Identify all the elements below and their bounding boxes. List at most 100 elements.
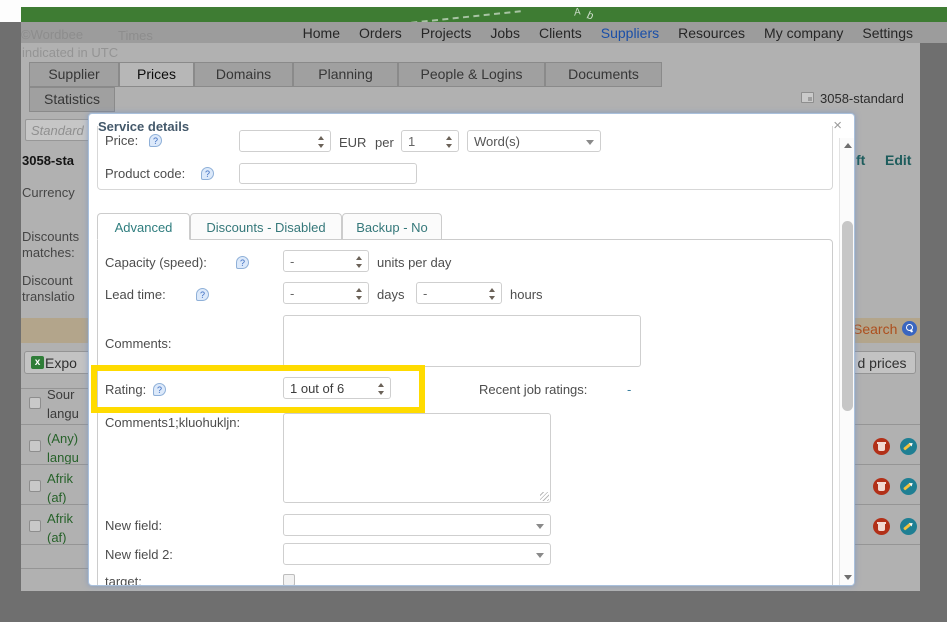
edit-link[interactable]: Edit — [885, 152, 911, 168]
help-icon[interactable]: ? — [201, 167, 214, 180]
recent-job-ratings-value: - — [627, 382, 631, 397]
resize-grip-icon[interactable] — [540, 492, 549, 501]
tab-prices[interactable]: Prices — [119, 62, 194, 87]
search-icon[interactable] — [902, 321, 917, 336]
column-header-source-language: Sourlangu — [47, 385, 79, 423]
delete-icon[interactable] — [873, 518, 890, 535]
edit-pencil-icon[interactable] — [900, 438, 917, 455]
table-row-afrikaans-1: Afrik(af) — [47, 469, 73, 507]
tab-statistics[interactable]: Statistics — [29, 87, 115, 112]
table-divider — [855, 464, 920, 465]
tab-domains[interactable]: Domains — [194, 62, 293, 87]
comments1-label: Comments1;kluohukljn: — [105, 415, 240, 430]
product-code-input[interactable] — [239, 163, 417, 184]
discounts-label-line1: Discounts — [22, 229, 79, 244]
edit-pencil-icon[interactable] — [900, 518, 917, 535]
search-link[interactable]: Search — [853, 321, 897, 337]
price-label: Price: — [105, 133, 138, 148]
spinner-arrows-icon[interactable] — [489, 287, 496, 301]
utc-note: indicated in UTC — [22, 45, 118, 60]
banner-letter-decoration: b — [586, 9, 595, 22]
dialog-scrollbar — [839, 138, 854, 585]
lead-time-hours-input[interactable]: - — [416, 282, 502, 304]
row-checkbox[interactable] — [29, 480, 41, 492]
dialog-tab-discounts[interactable]: Discounts - Disabled — [190, 213, 342, 240]
chevron-down-icon — [586, 140, 594, 145]
nav-item-clients[interactable]: Clients — [539, 25, 582, 41]
tab-documents[interactable]: Documents — [545, 62, 662, 87]
nav-item-jobs[interactable]: Jobs — [490, 25, 520, 41]
price-input[interactable] — [239, 130, 331, 152]
dialog-tab-advanced[interactable]: Advanced — [97, 213, 190, 240]
capacity-input[interactable]: - — [283, 250, 369, 272]
new-field-2-label: New field 2: — [105, 547, 173, 562]
scroll-down-icon[interactable] — [840, 570, 855, 585]
comments-label: Comments: — [105, 336, 171, 351]
table-divider — [855, 504, 920, 505]
price-list-heading: 3058-sta — [22, 153, 74, 168]
row-checkbox[interactable] — [29, 440, 41, 452]
top-strip — [0, 0, 947, 7]
banner-letter-decoration: A — [573, 7, 582, 19]
row-actions — [873, 478, 913, 495]
times-label: Times — [118, 28, 153, 43]
nav-item-my-company[interactable]: My company — [764, 25, 843, 41]
new-field-select[interactable] — [283, 514, 551, 536]
draft-label-fragment: ft — [856, 152, 865, 168]
scrollbar-thumb[interactable] — [842, 221, 853, 411]
select-all-checkbox[interactable] — [29, 397, 41, 409]
unit-select[interactable]: Word(s) — [467, 130, 601, 152]
nav-item-home[interactable]: Home — [303, 25, 340, 41]
nav-item-suppliers[interactable]: Suppliers — [601, 25, 659, 41]
standard-filter-input[interactable]: Standard — [25, 119, 95, 141]
spinner-arrows-icon[interactable] — [356, 287, 363, 301]
lead-time-days-input[interactable]: - — [283, 282, 369, 304]
help-icon[interactable]: ? — [196, 288, 209, 301]
edit-pencil-icon[interactable] — [900, 478, 917, 495]
help-icon[interactable]: ? — [149, 134, 162, 147]
rating-input[interactable]: 1 out of 6 — [283, 377, 391, 399]
row-checkbox[interactable] — [29, 520, 41, 532]
scroll-up-icon[interactable] — [840, 138, 855, 153]
new-field-2-select[interactable] — [283, 543, 551, 565]
dialog-tab-backup[interactable]: Backup - No — [342, 213, 442, 240]
delete-icon[interactable] — [873, 478, 890, 495]
page: A b ©Wordbee Times Home Orders Projects … — [0, 0, 947, 622]
spinner-arrows-icon[interactable] — [356, 255, 363, 269]
target-checkbox[interactable] — [283, 574, 295, 586]
product-code-label: Product code: — [105, 166, 185, 181]
currency-label: Currency — [22, 185, 75, 200]
top-corner — [0, 0, 21, 22]
nav-item-resources[interactable]: Resources — [678, 25, 745, 41]
spinner-arrows-icon[interactable] — [378, 382, 385, 396]
spinner-arrows-icon[interactable] — [318, 135, 325, 149]
export-button[interactable]: xExpo — [24, 351, 96, 374]
tab-planning[interactable]: Planning — [293, 62, 398, 87]
nav-item-settings[interactable]: Settings — [862, 25, 913, 41]
help-icon[interactable]: ? — [236, 256, 249, 269]
per-quantity-input[interactable]: 1 — [401, 130, 459, 152]
comments-textarea[interactable] — [283, 315, 641, 367]
add-prices-button[interactable]: d prices — [848, 351, 916, 374]
currency-code-label: EUR — [339, 135, 366, 150]
delete-icon[interactable] — [873, 438, 890, 455]
discount-label-line1: Discount — [22, 273, 73, 288]
help-icon[interactable]: ? — [153, 383, 166, 396]
hours-label: hours — [510, 287, 543, 302]
nav-item-projects[interactable]: Projects — [421, 25, 472, 41]
table-row-afrikaans-2: Afrik(af) — [47, 509, 73, 547]
close-icon[interactable]: × — [833, 117, 842, 134]
discount-label-line2: translatio — [22, 289, 75, 304]
brand-banner: A b — [21, 7, 947, 22]
row-actions — [873, 438, 913, 455]
service-details-dialog: Service details × Price: ? EUR per 1 Wor… — [88, 113, 855, 586]
nav-item-orders[interactable]: Orders — [359, 25, 402, 41]
tab-people-logins[interactable]: People & Logins — [398, 62, 545, 87]
profile-file-icon[interactable] — [801, 92, 814, 103]
table-row-any-language: (Any)langu — [47, 429, 79, 467]
tab-supplier[interactable]: Supplier — [29, 62, 119, 87]
capacity-suffix-label: units per day — [377, 255, 451, 270]
comments1-textarea[interactable] — [283, 413, 551, 503]
spinner-arrows-icon[interactable] — [446, 135, 453, 149]
capacity-label: Capacity (speed): — [105, 255, 207, 270]
